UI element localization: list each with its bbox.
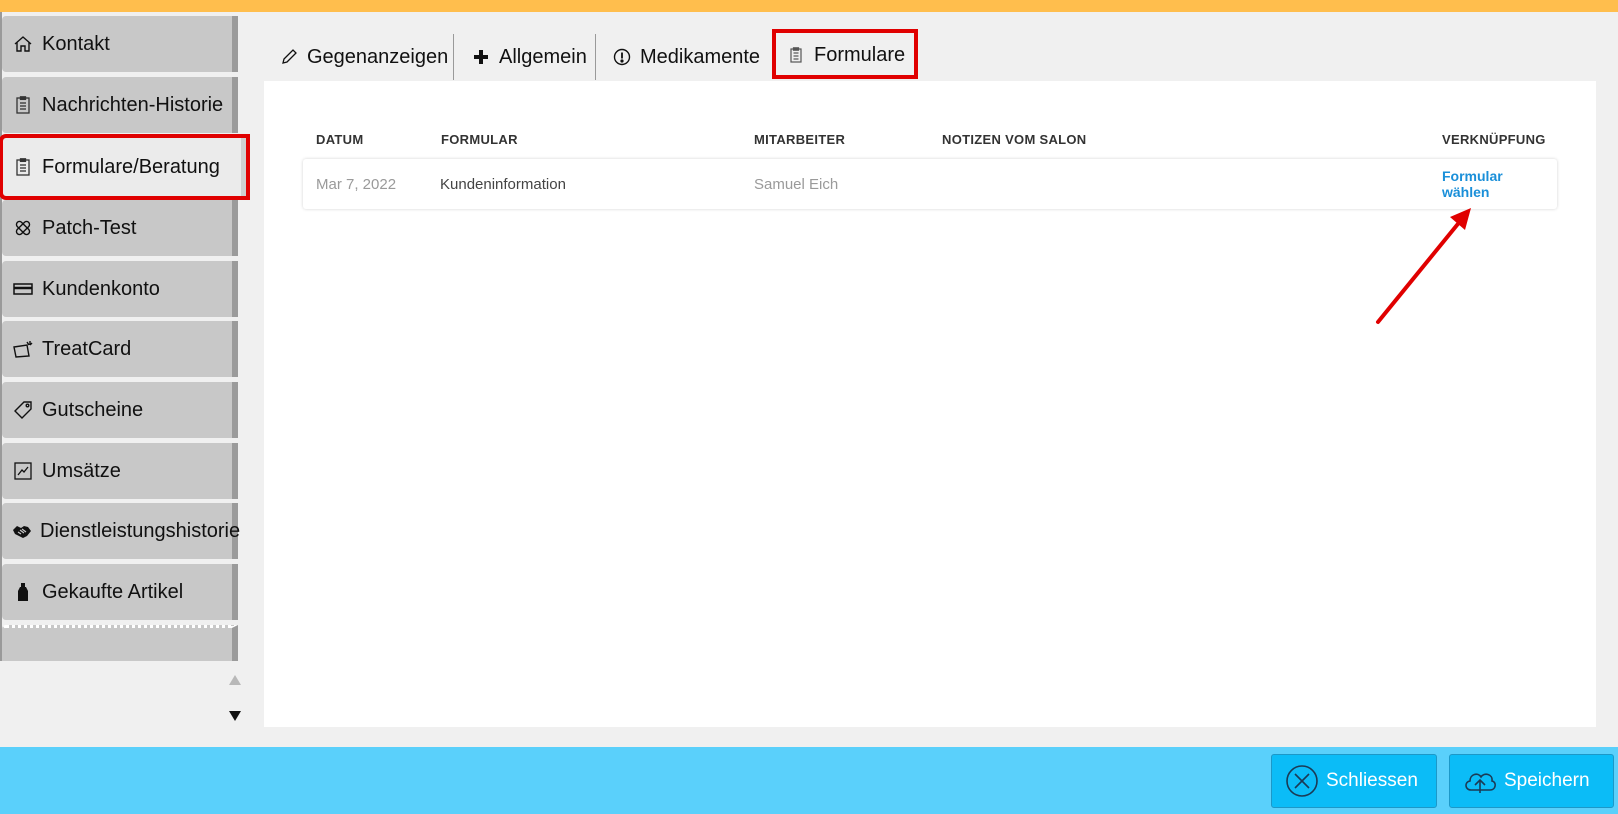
sidebar-item-label: Kundenkonto bbox=[42, 277, 160, 300]
tab-label: Gegenanzeigen bbox=[307, 45, 449, 68]
close-button[interactable]: Schliessen bbox=[1271, 754, 1437, 808]
column-header-link: VERKNÜPFUNG bbox=[1442, 132, 1546, 147]
sidebar-item-patch-test[interactable]: Patch-Test bbox=[2, 200, 238, 256]
alert-circle-icon bbox=[612, 47, 632, 67]
row-staff: Samuel Eich bbox=[754, 176, 839, 193]
tab-label: Allgemein bbox=[499, 45, 587, 68]
column-header-staff: MITARBEITER bbox=[754, 132, 846, 147]
select-form-link[interactable]: Formular wählen bbox=[1442, 168, 1532, 200]
cloud-upload-icon bbox=[1462, 763, 1498, 799]
table-row: Mar 7, 2022 Kundeninformation Samuel Eic… bbox=[303, 159, 1557, 209]
chart-icon bbox=[12, 460, 34, 482]
sidebar-item-treatcard[interactable]: TreatCard bbox=[2, 321, 238, 377]
annotation-arrow-icon bbox=[1376, 208, 1471, 324]
sidebar-scroll-area bbox=[0, 661, 253, 747]
tab-formulare[interactable]: Formulare bbox=[786, 32, 905, 78]
bandage-icon bbox=[12, 217, 34, 239]
clipboard-icon bbox=[12, 94, 34, 116]
sidebar-item-label: Gutscheine bbox=[42, 398, 144, 421]
sidebar-item-kontakt[interactable]: Kontakt bbox=[2, 16, 238, 72]
row-date: Mar 7, 2022 bbox=[316, 176, 397, 193]
sidebar-item-umsaetze[interactable]: Umsätze bbox=[2, 443, 238, 499]
sidebar-item-gutscheine[interactable]: Gutscheine bbox=[2, 382, 238, 438]
top-accent-bar bbox=[0, 0, 1618, 12]
clipboard-icon bbox=[786, 45, 806, 65]
column-header-notes: NOTIZEN VOM SALON bbox=[942, 132, 1087, 147]
footer-bar: Schliessen Speichern bbox=[0, 747, 1618, 814]
sidebar-item-label: Nachrichten-Historie bbox=[42, 93, 224, 116]
sidebar-item-label: TreatCard bbox=[42, 337, 132, 360]
plus-icon bbox=[471, 47, 491, 67]
tab-divider bbox=[453, 34, 454, 80]
column-header-date: DATUM bbox=[316, 132, 364, 147]
handshake-icon bbox=[12, 520, 32, 542]
treatcard-icon bbox=[12, 338, 34, 360]
clipboard-icon bbox=[12, 156, 34, 178]
bottle-icon bbox=[12, 581, 34, 603]
pencil-icon bbox=[279, 47, 299, 67]
tab-divider bbox=[595, 34, 596, 80]
tab-gegenanzeigen[interactable]: Gegenanzeigen bbox=[279, 34, 448, 80]
sidebar-item-kundenkonto[interactable]: Kundenkonto bbox=[2, 261, 238, 317]
tab-label: Medikamente bbox=[640, 45, 761, 68]
scroll-up-arrow-icon[interactable] bbox=[224, 669, 246, 691]
tab-label: Formulare bbox=[814, 43, 906, 66]
sidebar-item-formulare-beratung[interactable]: Formulare/Beratung bbox=[0, 134, 250, 200]
sidebar-item-dienstleistungshistorie[interactable]: Dienstleistungshistorie bbox=[2, 503, 241, 559]
close-circle-icon bbox=[1284, 763, 1320, 799]
tag-icon bbox=[12, 399, 34, 421]
sidebar-item-label: Gekaufte Artikel bbox=[42, 580, 184, 603]
column-header-form: FORMULAR bbox=[441, 132, 518, 147]
tab-allgemein[interactable]: Allgemein bbox=[471, 34, 587, 80]
sidebar: Kontakt Nachrichten-Historie Formulare/B… bbox=[0, 16, 253, 661]
sidebar-item-label: Patch-Test bbox=[42, 216, 137, 239]
row-form-name: Kundeninformation bbox=[440, 176, 566, 193]
sidebar-item-nachrichten-historie[interactable]: Nachrichten-Historie bbox=[2, 77, 238, 133]
card-icon bbox=[12, 278, 34, 300]
sidebar-item-label: Dienstleistungshistorie bbox=[40, 519, 241, 542]
save-button[interactable]: Speichern bbox=[1449, 754, 1614, 808]
sidebar-item-label: Kontakt bbox=[42, 32, 110, 55]
scroll-down-arrow-icon[interactable] bbox=[224, 705, 246, 727]
tab-medikamente[interactable]: Medikamente bbox=[612, 34, 760, 80]
home-icon bbox=[12, 33, 34, 55]
sidebar-item-gekaufte-artikel[interactable]: Gekaufte Artikel bbox=[2, 564, 238, 620]
save-button-label: Speichern bbox=[1504, 770, 1590, 791]
main-panel: DATUM FORMULAR MITARBEITER NOTIZEN VOM S… bbox=[264, 81, 1596, 727]
close-button-label: Schliessen bbox=[1326, 770, 1418, 791]
sidebar-item-label: Formulare/Beratung bbox=[42, 155, 220, 178]
sidebar-item-partial bbox=[2, 625, 238, 661]
sidebar-item-label: Umsätze bbox=[42, 459, 121, 482]
